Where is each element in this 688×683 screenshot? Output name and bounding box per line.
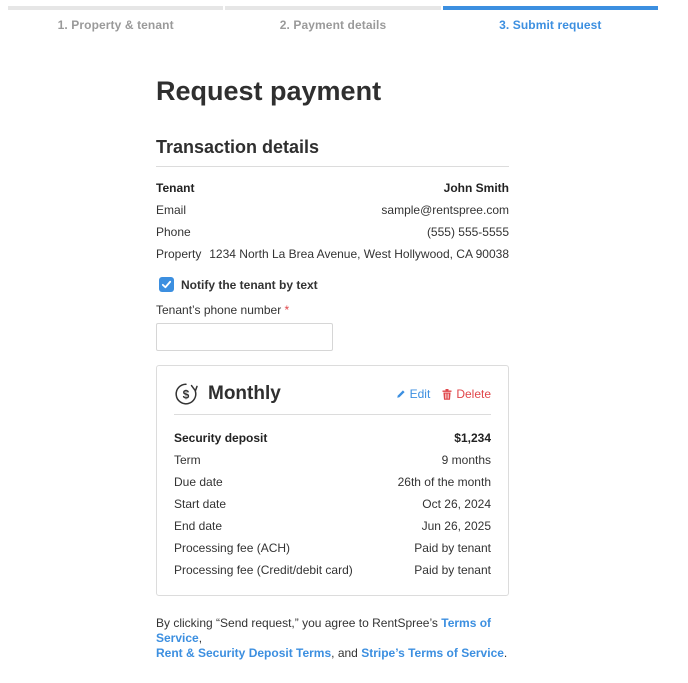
payment-detail-value: Paid by tenant <box>414 563 491 577</box>
terms-suffix: . <box>503 646 508 660</box>
terms-agreement: By clicking “Send request,” you agree to… <box>156 616 509 661</box>
recurring-dollar-icon: $ <box>175 383 198 405</box>
required-mark: * <box>284 303 290 317</box>
payment-card-header: $ Monthly Edit Delete <box>174 382 491 415</box>
payment-frequency-title: Monthly <box>208 383 281 404</box>
pencil-icon <box>396 390 405 398</box>
payment-row-start-date: Start date Oct 26, 2024 <box>174 493 491 515</box>
delete-payment-button[interactable]: Delete <box>442 387 491 401</box>
payment-row-fee-ach: Processing fee (ACH) Paid by tenant <box>174 537 491 559</box>
step-progress-bar <box>8 6 224 10</box>
detail-row-phone: Phone (555) 555-5555 <box>156 221 509 243</box>
payment-detail-label: End date <box>174 519 223 533</box>
tenant-details: Tenant John Smith Email sample@rentspree… <box>156 177 509 265</box>
terms-prefix: By clicking “Send request,” you agree to… <box>156 616 442 630</box>
terms-separator: , <box>198 631 203 645</box>
svg-text:$: $ <box>183 387 190 401</box>
step-progress-bar <box>442 6 658 10</box>
payment-detail-label: Security deposit <box>174 431 268 445</box>
detail-value: John Smith <box>443 181 509 195</box>
detail-row-tenant: Tenant John Smith <box>156 177 509 199</box>
checkmark-icon <box>161 280 172 289</box>
detail-row-email: Email sample@rentspree.com <box>156 199 509 221</box>
edit-label[interactable]: Edit <box>410 387 431 401</box>
deposit-terms-link[interactable]: Rent & Security Deposit Terms <box>156 646 331 660</box>
notify-checkbox[interactable] <box>159 277 174 292</box>
detail-value: sample@rentspree.com <box>381 203 509 217</box>
payment-detail-value: 9 months <box>441 453 491 467</box>
payment-detail-label: Start date <box>174 497 227 511</box>
phone-field-label: Tenant’s phone number * <box>156 303 509 317</box>
payment-card-title-group: $ Monthly <box>174 382 281 406</box>
page-title: Request payment <box>156 76 382 106</box>
payment-card-details: Security deposit $1,234 Term 9 months Du… <box>174 427 491 581</box>
payment-detail-value: 26th of the month <box>397 475 491 489</box>
progress-stepper: 1. Property & tenant 2. Payment details … <box>8 6 658 32</box>
phone-field-label-text: Tenant’s phone number <box>156 303 282 317</box>
step-progress-bar <box>225 6 441 10</box>
payment-detail-value: Oct 26, 2024 <box>422 497 491 511</box>
payment-row-end-date: End date Jun 26, 2025 <box>174 515 491 537</box>
trash-icon <box>442 388 452 400</box>
payment-detail-value: Paid by tenant <box>414 541 491 555</box>
step-payment-details[interactable]: 2. Payment details <box>225 6 441 32</box>
notify-checkbox-label[interactable]: Notify the tenant by text <box>181 278 318 292</box>
payment-detail-label: Due date <box>174 475 223 489</box>
payment-detail-value: $1,234 <box>454 431 491 445</box>
tenant-phone-input[interactable] <box>156 323 333 351</box>
payment-card-actions: Edit Delete <box>396 387 491 401</box>
detail-label: Property <box>156 247 202 261</box>
detail-value: 1234 North La Brea Avenue, West Hollywoo… <box>209 247 509 261</box>
payment-detail-value: Jun 26, 2025 <box>421 519 491 533</box>
step-label: 3. Submit request <box>499 18 602 32</box>
stripe-terms-link[interactable]: Stripe’s Terms of Service <box>361 646 504 660</box>
delete-label[interactable]: Delete <box>456 387 491 401</box>
payment-row-fee-card: Processing fee (Credit/debit card) Paid … <box>174 559 491 581</box>
detail-label: Tenant <box>156 181 195 195</box>
notify-tenant-option[interactable]: Notify the tenant by text <box>156 277 509 292</box>
payment-detail-label: Processing fee (ACH) <box>174 541 291 555</box>
step-property-tenant[interactable]: 1. Property & tenant <box>8 6 224 32</box>
payment-detail-label: Processing fee (Credit/debit card) <box>174 563 353 577</box>
detail-label: Phone <box>156 225 191 239</box>
step-submit-request[interactable]: 3. Submit request <box>442 6 658 32</box>
payment-row-due-date: Due date 26th of the month <box>174 471 491 493</box>
payment-detail-label: Term <box>174 453 201 467</box>
detail-row-property: Property 1234 North La Brea Avenue, West… <box>156 243 509 265</box>
payment-card: $ Monthly Edit Delete Security deposit $… <box>156 365 509 596</box>
section-title: Transaction details <box>156 134 509 167</box>
edit-payment-button[interactable]: Edit <box>396 387 431 401</box>
payment-row-security-deposit: Security deposit $1,234 <box>174 427 491 449</box>
detail-label: Email <box>156 203 187 217</box>
main-content: Request payment Transaction details Tena… <box>156 72 509 661</box>
step-label: 2. Payment details <box>279 18 387 32</box>
detail-value: (555) 555-5555 <box>426 225 509 239</box>
step-label: 1. Property & tenant <box>57 18 174 32</box>
payment-row-term: Term 9 months <box>174 449 491 471</box>
terms-separator: , and <box>331 646 362 660</box>
